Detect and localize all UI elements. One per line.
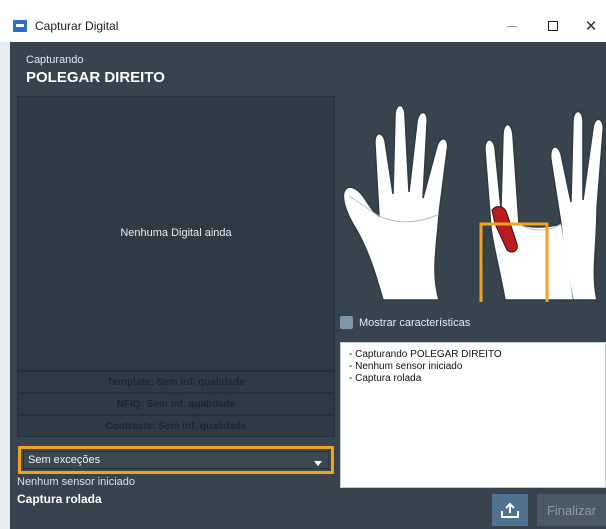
capture-status-label: Capturando <box>26 54 84 66</box>
upload-icon <box>501 502 519 518</box>
right-hand <box>482 110 604 301</box>
maximize-button[interactable] <box>533 10 573 42</box>
contrast-quality: Contraste: Sem inf. qualidade <box>17 415 335 437</box>
hands-diagram <box>342 104 604 302</box>
log-line: - Captura rolada <box>349 373 422 384</box>
fingerprint-preview: Nenhuma Digital ainda <box>17 96 335 371</box>
finish-button[interactable]: Finalizar <box>537 494 606 526</box>
minimize-icon <box>507 25 517 27</box>
close-button[interactable]: ✕ <box>571 10 606 42</box>
close-icon: ✕ <box>584 18 598 35</box>
maximize-icon <box>548 21 558 31</box>
exceptions-select-value: Sem exceções <box>28 454 101 466</box>
capture-log: - Capturando POLEGAR DIREITO - Nenhum se… <box>340 342 606 488</box>
chevron-down-icon <box>314 461 322 466</box>
template-quality: Template: Sem inf. qualidade <box>17 371 335 393</box>
left-hand <box>342 104 449 301</box>
capture-mode: Captura rolada <box>17 492 102 506</box>
log-line: - Nenhum sensor iniciado <box>349 361 463 372</box>
app-icon <box>13 20 27 32</box>
title-bar: Capturar Digital ✕ <box>10 10 606 42</box>
show-features-label: Mostrar características <box>359 316 471 329</box>
finger-title: POLEGAR DIREITO <box>26 69 165 86</box>
upload-button[interactable] <box>492 494 528 526</box>
exceptions-select[interactable]: Sem exceções <box>18 446 334 474</box>
show-features-checkbox[interactable] <box>340 316 353 329</box>
window-left-edge <box>0 42 10 529</box>
sensor-status: Nenhum sensor iniciado <box>17 476 136 488</box>
show-features-toggle[interactable]: Mostrar características <box>340 316 470 329</box>
capture-dialog: Capturando POLEGAR DIREITO Nenhuma Digit… <box>10 42 606 529</box>
nfiq-quality: NFIQ: Sem inf. qualidade <box>17 393 335 415</box>
minimize-button[interactable] <box>492 10 532 42</box>
window-title: Capturar Digital <box>35 19 119 33</box>
exceptions-select-box[interactable]: Sem exceções <box>23 451 329 469</box>
log-line: - Capturando POLEGAR DIREITO <box>349 349 502 360</box>
preview-empty-text: Nenhuma Digital ainda <box>120 227 232 239</box>
